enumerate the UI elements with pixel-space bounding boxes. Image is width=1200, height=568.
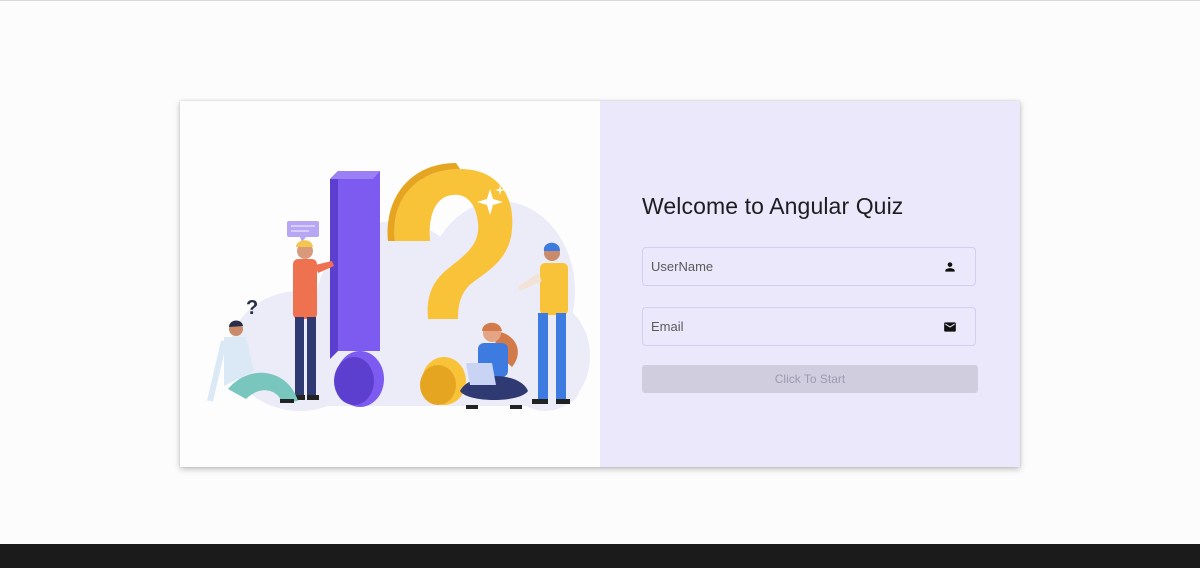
- start-button[interactable]: Click To Start: [642, 365, 978, 393]
- bottom-bar: [0, 544, 1200, 568]
- username-input[interactable]: [643, 248, 933, 285]
- speech-bubble-icon: [287, 221, 319, 242]
- top-divider: [0, 0, 1200, 1]
- welcome-panel: Welcome to Angular Quiz Click To Start: [600, 101, 1020, 467]
- email-field[interactable]: [642, 307, 976, 346]
- exclamation-mark-icon: [330, 171, 384, 407]
- login-card: ? Welcome to Angular Quiz UserName Email…: [180, 101, 1020, 467]
- username-field[interactable]: [642, 247, 976, 286]
- quiz-illustration: ?: [207, 163, 590, 411]
- email-input[interactable]: [643, 308, 933, 345]
- mail-icon: [944, 322, 956, 332]
- illustration-panel: ?: [180, 101, 600, 467]
- svg-text:?: ?: [246, 297, 258, 319]
- page-title: Welcome to Angular Quiz: [642, 193, 904, 219]
- person-icon: [945, 262, 955, 272]
